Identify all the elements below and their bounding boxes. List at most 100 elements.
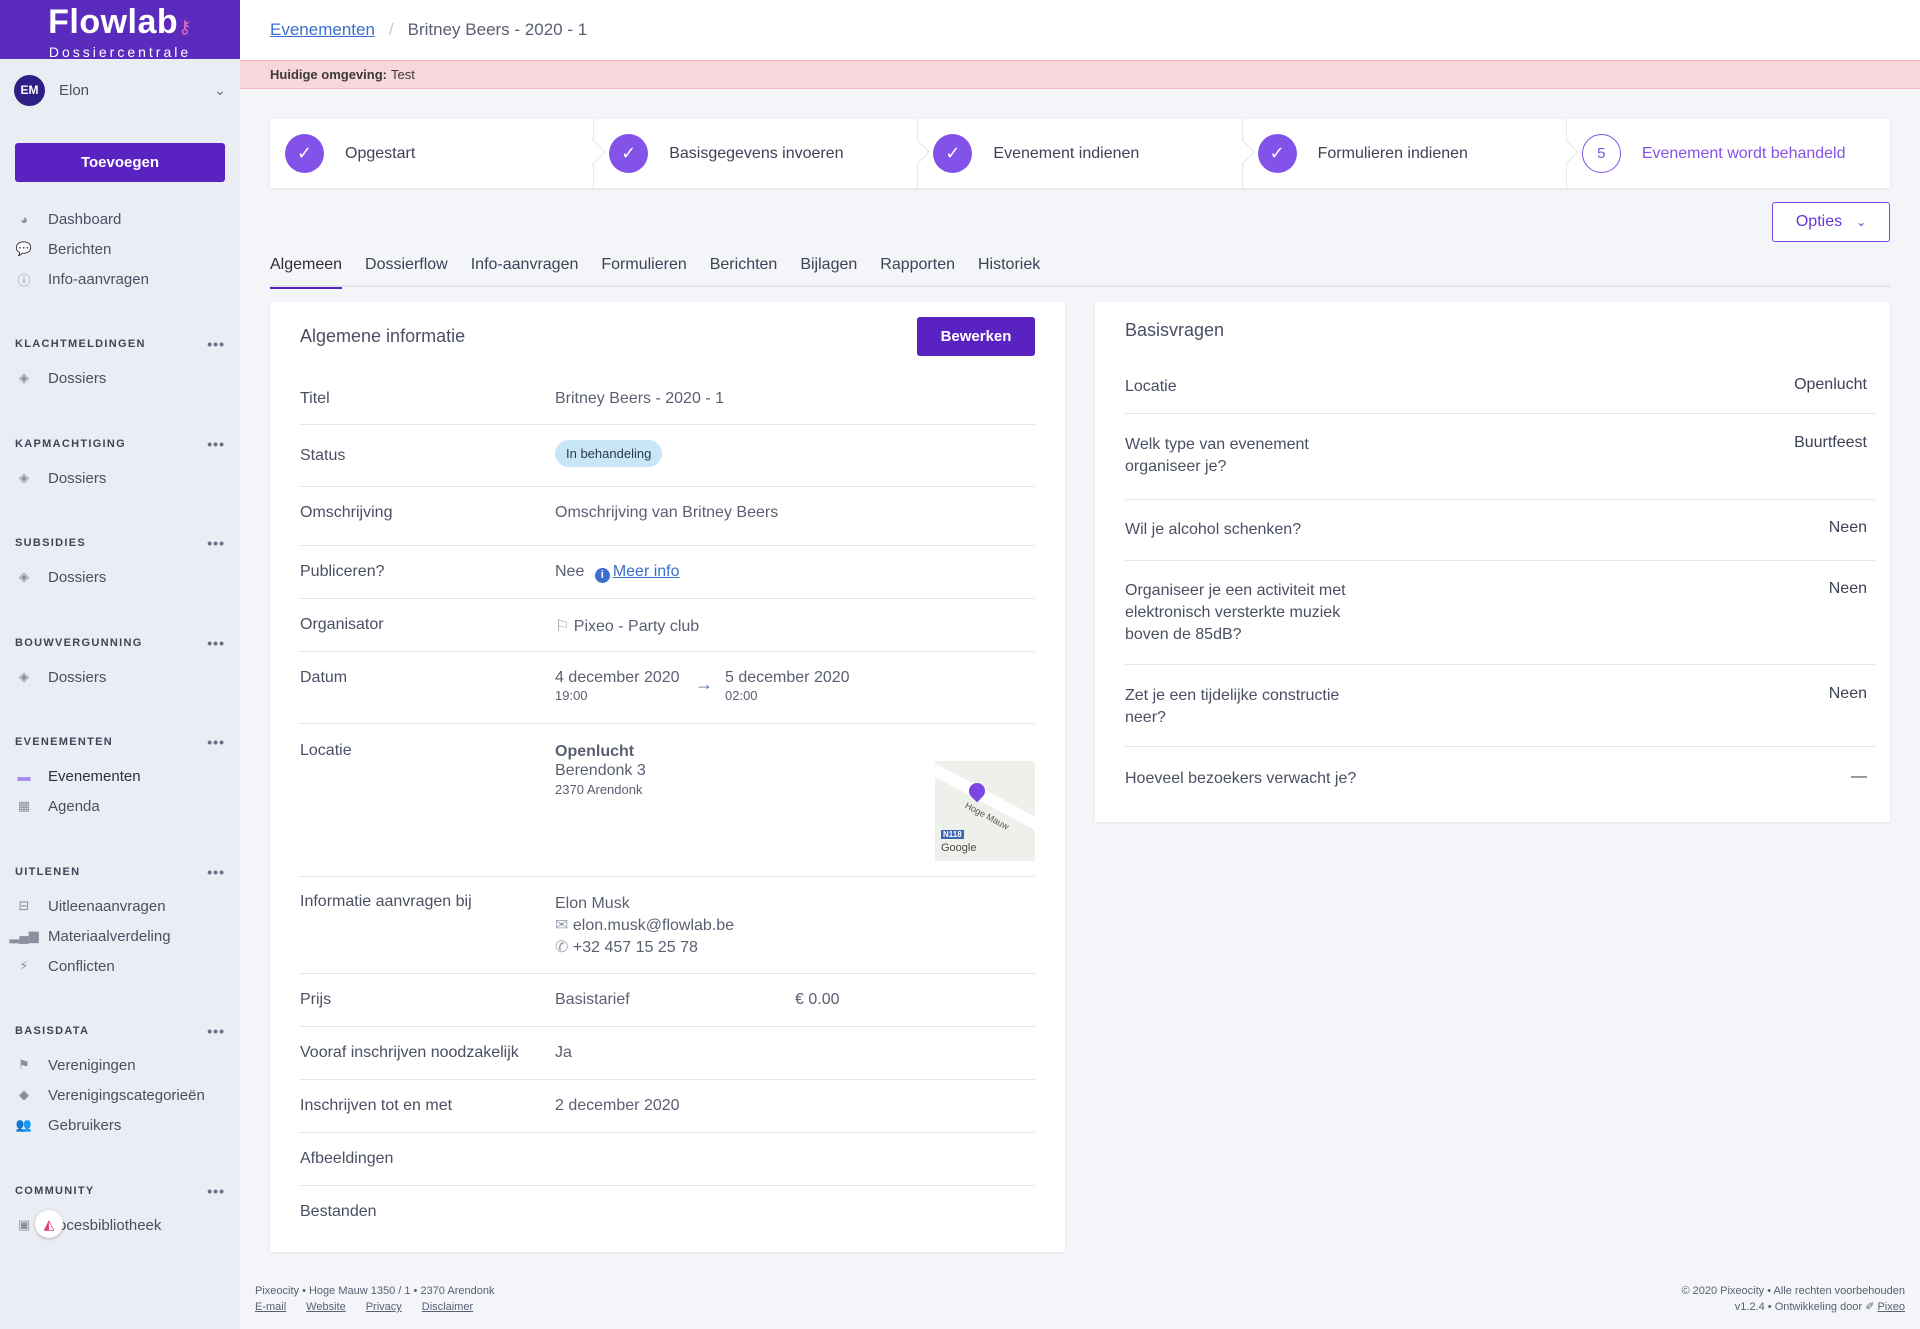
sidebar-item-uitleenaanvragen[interactable]: ⊟ Uitleenaanvragen: [15, 895, 166, 917]
layers-icon: ◈: [19, 569, 29, 584]
tab-berichten[interactable]: Berichten: [710, 256, 778, 287]
tab-info-aanvragen[interactable]: Info-aanvragen: [471, 256, 579, 287]
more-icon[interactable]: •••: [207, 864, 225, 880]
section-kapmachtiging: KAPMACHTIGING •••: [15, 436, 225, 452]
ticket-icon: ▬: [17, 768, 31, 784]
check-icon: ✓: [285, 134, 324, 173]
sidebar-item-verenigingscategorieen[interactable]: ◆ Verenigingscategorieën: [15, 1084, 205, 1106]
more-icon[interactable]: •••: [207, 734, 225, 750]
footer-link-privacy[interactable]: Privacy: [366, 1301, 402, 1313]
progress-stepper: ✓ Opgestart ✓ Basisgegevens invoeren ✓ E…: [270, 119, 1890, 188]
more-info-link[interactable]: Meer info: [613, 563, 680, 580]
more-icon[interactable]: •••: [207, 1183, 225, 1199]
footer-link-disclaimer[interactable]: Disclaimer: [422, 1301, 473, 1313]
tab-algemeen[interactable]: Algemeen: [270, 256, 343, 289]
sidebar-item-evenementen[interactable]: ▬ Evenementen: [15, 765, 141, 787]
breadcrumb-current: Britney Beers - 2020 - 1: [407, 20, 588, 39]
sidebar-item-berichten[interactable]: 💬 Berichten: [15, 238, 111, 260]
more-icon[interactable]: •••: [207, 436, 225, 452]
location-map[interactable]: Hoge Mauw N118 Google: [935, 761, 1035, 861]
tab-bar: Algemeen Dossierflow Info-aanvragen Form…: [270, 256, 1890, 289]
footer-link-website[interactable]: Website: [306, 1301, 346, 1313]
status-badge: In behandeling: [555, 440, 663, 467]
breadcrumb-evenementen[interactable]: Evenementen: [270, 20, 375, 40]
step-opgestart[interactable]: ✓ Opgestart: [270, 119, 606, 188]
row-omschrijving: Omschrijving Omschrijving van Britney Be…: [300, 487, 1035, 546]
brand-name: Flowlab: [48, 3, 179, 41]
row-prijs: Prijs Basistarief € 0.00: [300, 974, 1035, 1027]
sidebar-item-verenigingen[interactable]: ⚑ Verenigingen: [15, 1054, 135, 1076]
check-icon: ✓: [609, 134, 649, 173]
step-evenement-indienen[interactable]: ✓ Evenement indienen: [918, 119, 1255, 188]
arrow-right-icon: →: [695, 674, 713, 694]
clickup-icon[interactable]: ◭: [35, 1210, 63, 1238]
brand-subtitle: Dossiercentrale: [48, 44, 192, 60]
mail-icon: ✉: [555, 917, 569, 934]
tab-bijlagen[interactable]: Bijlagen: [800, 256, 857, 287]
check-icon: ✓: [1257, 134, 1297, 173]
step-number: 5: [1581, 134, 1621, 173]
sidebar-item-info-aanvragen[interactable]: ⓘ Info-aanvragen: [15, 268, 148, 290]
basic-questions-card: Basisvragen Locatie Openlucht Welk type …: [1095, 302, 1890, 822]
sidebar-item-dashboard[interactable]: ◕ Dashboard: [15, 208, 121, 230]
step-formulieren-indienen[interactable]: ✓ Formulieren indienen: [1243, 119, 1579, 188]
sidebar-item-bibliotheek[interactable]: ▣ ◭ ocesbibliotheek: [15, 1210, 161, 1238]
section-uitlenen: UITLENEN •••: [15, 864, 225, 880]
phone-icon: ✆: [555, 939, 569, 956]
step-basisgegevens[interactable]: ✓ Basisgegevens invoeren: [594, 119, 931, 188]
row-contact: Informatie aanvragen bij Elon Musk ✉ elo…: [300, 877, 1035, 974]
section-bouwvergunning: BOUWVERGUNNING •••: [15, 635, 225, 651]
row-afbeeldingen: Afbeeldingen: [300, 1133, 1035, 1186]
sidebar-item-bouw-dossiers[interactable]: ◈ Dossiers: [15, 666, 106, 688]
add-button[interactable]: Toevoegen: [15, 143, 225, 182]
row-inschrijven-tot: Inschrijven tot en met 2 december 2020: [300, 1080, 1035, 1133]
book-icon: ▣: [17, 1217, 31, 1232]
footer-link-email[interactable]: E-mail: [255, 1301, 286, 1313]
info-icon: i: [594, 567, 610, 583]
card-title: Algemene informatie: [300, 326, 466, 346]
edit-button[interactable]: Bewerken: [917, 317, 1035, 356]
tab-historiek[interactable]: Historiek: [978, 256, 1040, 287]
question-row: Wil je alcohol schenken? Neen: [1125, 500, 1875, 561]
bolt-icon: ⚡: [19, 958, 29, 973]
pixeo-icon: ✐: [1865, 1301, 1875, 1313]
sidebar-item-agenda[interactable]: ▦ Agenda: [15, 795, 100, 817]
options-button[interactable]: Opties ⌄: [1772, 202, 1890, 242]
tab-rapporten[interactable]: Rapporten: [880, 256, 955, 287]
row-status: Status In behandeling: [300, 425, 1035, 487]
sidebar-item-subsidie-dossiers[interactable]: ◈ Dossiers: [15, 566, 106, 588]
more-icon[interactable]: •••: [207, 535, 225, 551]
dashboard-icon: ◕: [20, 211, 28, 227]
tab-dossierflow[interactable]: Dossierflow: [365, 256, 448, 287]
card-title: Basisvragen: [1125, 320, 1225, 340]
row-organisator: Organisator ⚐ Pixeo - Party club: [300, 599, 1035, 652]
environment-value: Test: [391, 67, 415, 82]
more-icon[interactable]: •••: [207, 1023, 225, 1039]
tags-icon: ◆: [19, 1087, 29, 1102]
footer-address: Pixeocity • Hoge Mauw 1350 / 1 • 2370 Ar…: [255, 1285, 495, 1297]
row-bestanden: Bestanden: [300, 1203, 377, 1220]
more-icon[interactable]: •••: [207, 635, 225, 651]
step-behandeld[interactable]: 5 Evenement wordt behandeld: [1567, 119, 1890, 188]
sidebar-item-klacht-dossiers[interactable]: ◈ Dossiers: [15, 367, 106, 389]
sidebar-item-kap-dossiers[interactable]: ◈ Dossiers: [15, 467, 106, 489]
layers-icon: ◈: [19, 669, 29, 684]
user-menu[interactable]: EM Elon ⌄: [0, 59, 240, 121]
footer-dev-link[interactable]: Pixeo: [1877, 1301, 1905, 1313]
inbox-icon: ⊟: [18, 898, 30, 913]
section-subsidies: SUBSIDIES •••: [15, 535, 225, 551]
chevron-down-icon: ⌄: [1856, 215, 1867, 229]
avatar: EM: [14, 74, 45, 106]
section-basisdata: BASISDATA •••: [15, 1023, 225, 1039]
section-evenementen: EVENEMENTEN •••: [15, 734, 225, 750]
logo[interactable]: Flowlab⚷ Dossiercentrale: [0, 0, 240, 60]
users-icon: 👥: [15, 1117, 33, 1132]
tab-formulieren[interactable]: Formulieren: [601, 256, 686, 287]
sidebar-item-conflicten[interactable]: ⚡ Conflicten: [15, 955, 114, 977]
row-datum: Datum 4 december 2020 19:00 → 5 december…: [300, 652, 1035, 724]
environment-banner: Huidige omgeving: Test: [240, 60, 1920, 89]
sidebar-item-materiaalverdeling[interactable]: ▂▄▆ Materiaalverdeling: [9, 925, 170, 947]
sidebar-item-gebruikers[interactable]: 👥 Gebruikers: [15, 1114, 121, 1136]
flag-icon: ⚐: [555, 618, 570, 635]
more-icon[interactable]: •••: [207, 336, 225, 352]
